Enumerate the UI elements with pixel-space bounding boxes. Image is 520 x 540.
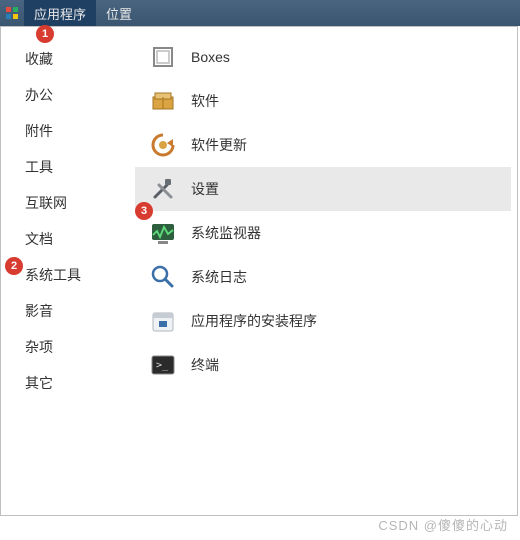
category-documents[interactable]: 文档	[1, 221, 129, 257]
category-office[interactable]: 办公	[1, 77, 129, 113]
menubar: 应用程序 位置	[0, 0, 520, 26]
app-system-monitor[interactable]: 系统监视器	[135, 211, 511, 255]
software-icon	[149, 87, 177, 115]
category-other[interactable]: 其它	[1, 365, 129, 401]
category-accessories[interactable]: 附件	[1, 113, 129, 149]
category-tools[interactable]: 工具	[1, 149, 129, 185]
settings-icon	[149, 175, 177, 203]
boxes-icon	[149, 43, 177, 71]
app-boxes[interactable]: Boxes	[135, 35, 511, 79]
app-installer[interactable]: 应用程序的安装程序	[135, 299, 511, 343]
app-label: 应用程序的安装程序	[191, 311, 317, 331]
watermark: CSDN @傻傻的心动	[378, 515, 508, 534]
app-label: Boxes	[191, 49, 230, 65]
category-misc[interactable]: 杂项	[1, 329, 129, 365]
app-label: 终端	[191, 355, 219, 375]
menubar-places-label: 位置	[106, 4, 132, 23]
app-software-update[interactable]: 软件更新	[135, 123, 511, 167]
app-settings[interactable]: 设置	[135, 167, 511, 211]
terminal-icon: >_	[149, 351, 177, 379]
software-update-icon	[149, 131, 177, 159]
app-label: 软件	[191, 91, 219, 111]
app-label: 设置	[191, 179, 219, 199]
category-multimedia[interactable]: 影音	[1, 293, 129, 329]
installer-icon	[149, 307, 177, 335]
start-icon	[4, 5, 20, 21]
svg-text:>_: >_	[156, 360, 169, 371]
annotation-badge-1: 1	[36, 25, 54, 43]
app-terminal[interactable]: >_ 终端	[135, 343, 511, 387]
category-favorites[interactable]: 收藏	[1, 41, 129, 77]
annotation-badge-2: 2	[5, 257, 23, 275]
applications-menu-panel: 收藏 办公 附件 工具 互联网 文档 系统工具 影音 杂项 其它 Boxes 软…	[0, 26, 518, 516]
app-system-log[interactable]: 系统日志	[135, 255, 511, 299]
app-label: 系统日志	[191, 267, 247, 287]
menubar-applications[interactable]: 应用程序	[24, 0, 96, 26]
annotation-badge-3: 3	[135, 202, 153, 220]
system-log-icon	[149, 263, 177, 291]
app-software[interactable]: 软件	[135, 79, 511, 123]
menubar-places[interactable]: 位置	[96, 0, 142, 26]
system-monitor-icon	[149, 219, 177, 247]
menubar-applications-label: 应用程序	[34, 4, 86, 23]
app-label: 系统监视器	[191, 223, 261, 243]
category-internet[interactable]: 互联网	[1, 185, 129, 221]
app-label: 软件更新	[191, 135, 247, 155]
application-list: Boxes 软件 软件更新 设置 系统监视器	[129, 27, 517, 515]
